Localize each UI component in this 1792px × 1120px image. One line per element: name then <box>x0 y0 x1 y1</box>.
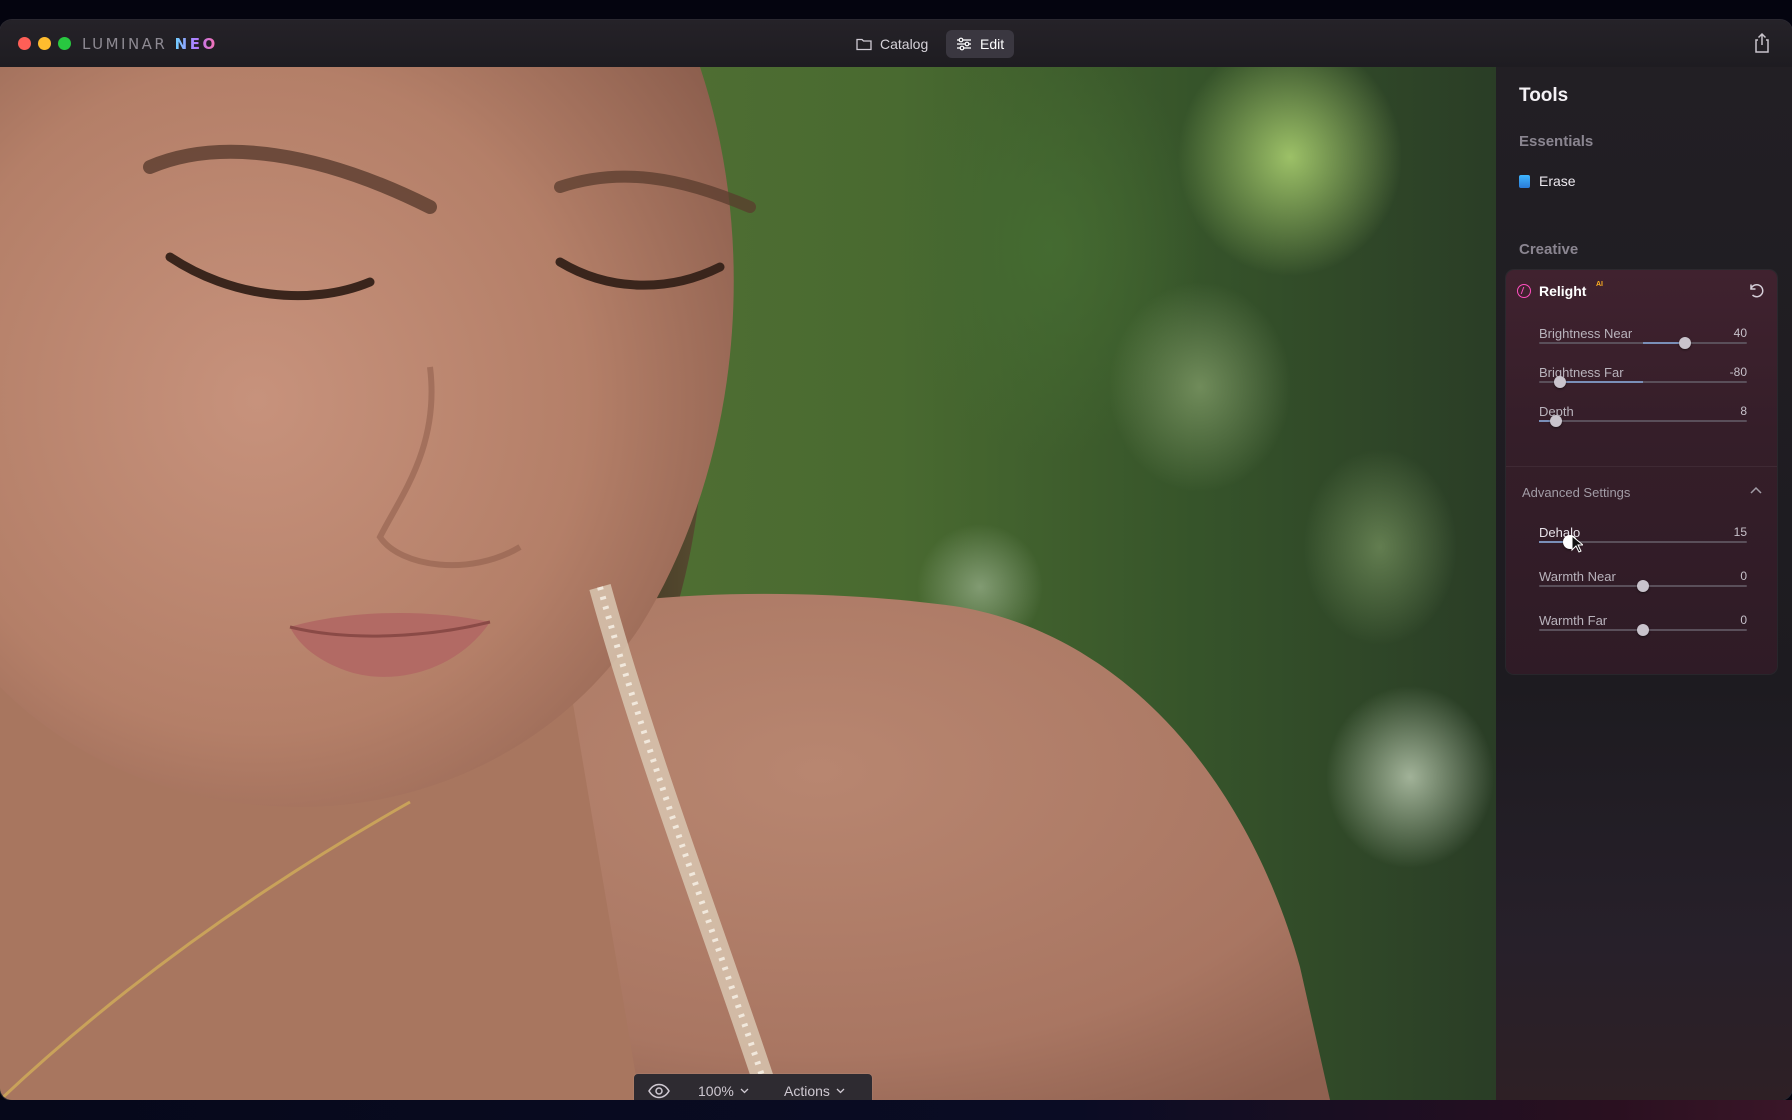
essentials-section-label[interactable]: Essentials <box>1519 133 1593 150</box>
share-icon[interactable] <box>1752 32 1772 54</box>
actions-dropdown[interactable]: Actions <box>784 1083 845 1099</box>
zoom-label: 100% <box>698 1083 734 1099</box>
portrait-image <box>0 67 1330 1100</box>
relight-header[interactable]: Relight AI <box>1506 270 1777 312</box>
slider-label: Brightness Near <box>1539 326 1633 341</box>
folder-icon <box>856 38 872 51</box>
slider-track[interactable] <box>1539 624 1747 636</box>
slider-track[interactable] <box>1539 376 1747 388</box>
relight-icon <box>1517 284 1531 298</box>
slider-value[interactable]: -80 <box>1730 365 1747 379</box>
actions-label: Actions <box>784 1083 830 1099</box>
slider-brightness-far: Brightness Far -80 <box>1539 365 1747 401</box>
desktop-background <box>0 1100 1792 1120</box>
slider-value[interactable]: 40 <box>1734 326 1747 340</box>
slider-thumb[interactable] <box>1637 580 1649 592</box>
eye-icon[interactable] <box>648 1083 670 1099</box>
chevron-down-icon <box>836 1088 845 1094</box>
slider-warmth-far: Warmth Far 0 <box>1539 613 1747 649</box>
reset-icon[interactable] <box>1747 282 1765 300</box>
slider-value[interactable]: 0 <box>1740 613 1747 627</box>
erase-tool-item[interactable]: Erase <box>1519 173 1576 189</box>
slider-brightness-near: Brightness Near 40 <box>1539 326 1747 362</box>
relight-tool-panel: Relight AI Brightness Near 40 Brightness… <box>1506 270 1777 674</box>
zoom-dropdown[interactable]: 100% <box>698 1083 749 1099</box>
tools-panel: Tools Essentials Erase Creative Relight … <box>1496 67 1792 1100</box>
viewer-toolbar: 100% Actions <box>634 1074 872 1100</box>
edit-tab[interactable]: Edit <box>946 30 1015 58</box>
slider-track[interactable] <box>1539 580 1747 592</box>
slider-thumb[interactable] <box>1678 337 1691 349</box>
edit-tab-label: Edit <box>980 36 1005 52</box>
photo-canvas[interactable] <box>0 67 1496 1100</box>
slider-value[interactable]: 8 <box>1740 404 1747 418</box>
catalog-tab-label: Catalog <box>880 36 929 52</box>
slider-label: Brightness Far <box>1539 365 1624 380</box>
zoom-window-button[interactable] <box>58 37 71 50</box>
slider-track[interactable] <box>1539 415 1747 427</box>
logo-accent-text: NEO <box>174 35 218 53</box>
creative-section-label[interactable]: Creative <box>1519 241 1578 258</box>
catalog-tab[interactable]: Catalog <box>846 30 938 58</box>
title-bar: LUMINAR NEO Catalog Edit <box>0 20 1792 67</box>
app-window: LUMINAR NEO Catalog Edit Tools Essential… <box>0 20 1792 1100</box>
app-logo: LUMINAR NEO <box>82 35 218 53</box>
divider <box>1506 466 1777 467</box>
ai-badge: AI <box>1596 281 1603 288</box>
sliders-icon <box>957 37 971 51</box>
mouse-cursor-icon <box>1571 535 1583 553</box>
slider-thumb[interactable] <box>1637 624 1649 636</box>
slider-label: Warmth Far <box>1539 613 1608 628</box>
minimize-window-button[interactable] <box>38 37 51 50</box>
erase-tool-label: Erase <box>1539 173 1576 189</box>
slider-value[interactable]: 15 <box>1734 525 1747 539</box>
advanced-settings-label: Advanced Settings <box>1522 485 1631 500</box>
slider-thumb[interactable] <box>1549 415 1562 427</box>
logo-main-text: LUMINAR <box>82 35 168 53</box>
tools-title: Tools <box>1519 85 1569 106</box>
advanced-settings-toggle[interactable]: Advanced Settings <box>1522 484 1762 502</box>
relight-title: Relight <box>1539 283 1587 299</box>
close-window-button[interactable] <box>18 37 31 50</box>
chevron-down-icon <box>740 1088 749 1094</box>
slider-label: Warmth Near <box>1539 569 1616 584</box>
erase-icon <box>1519 174 1530 188</box>
chevron-up-icon <box>1750 486 1762 494</box>
slider-thumb[interactable] <box>1553 376 1566 388</box>
slider-track[interactable] <box>1539 337 1747 349</box>
slider-value[interactable]: 0 <box>1740 569 1747 583</box>
slider-depth: Depth 8 <box>1539 404 1747 440</box>
slider-fill <box>1559 381 1643 383</box>
slider-warmth-near: Warmth Near 0 <box>1539 569 1747 605</box>
